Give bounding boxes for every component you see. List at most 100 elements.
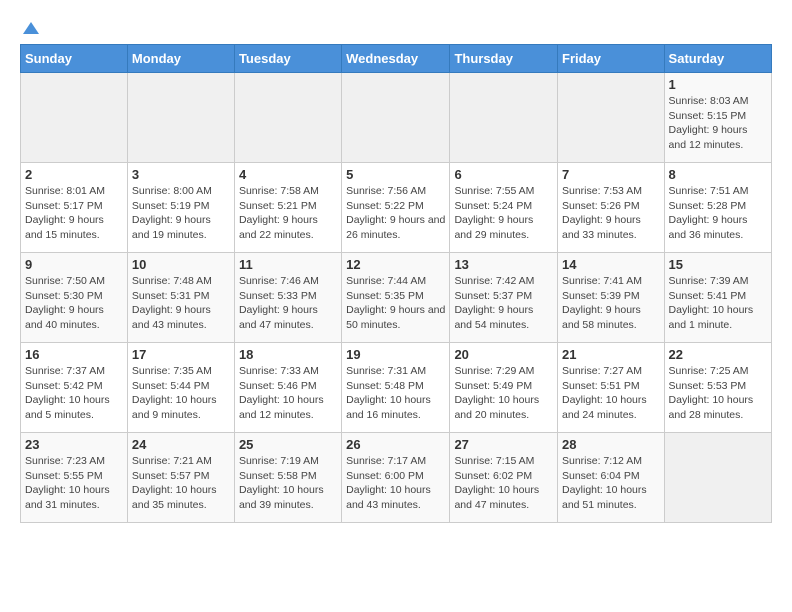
calendar-cell: 22 Sunrise: 7:25 AM Sunset: 5:53 PM Dayli… (664, 343, 771, 433)
day-info: Sunrise: 7:46 AM Sunset: 5:33 PM Dayligh… (239, 274, 337, 333)
header-sunday: Sunday (21, 45, 128, 73)
logo (20, 20, 42, 34)
day-info: Sunrise: 7:53 AM Sunset: 5:26 PM Dayligh… (562, 184, 660, 243)
day-info: Sunrise: 7:37 AM Sunset: 5:42 PM Dayligh… (25, 364, 123, 423)
header-wednesday: Wednesday (342, 45, 450, 73)
day-number: 9 (25, 257, 123, 272)
day-info: Sunrise: 7:17 AM Sunset: 6:00 PM Dayligh… (346, 454, 445, 513)
day-info: Sunrise: 7:48 AM Sunset: 5:31 PM Dayligh… (132, 274, 230, 333)
calendar-week-3: 9 Sunrise: 7:50 AM Sunset: 5:30 PM Daylig… (21, 253, 772, 343)
calendar-week-1: 1 Sunrise: 8:03 AM Sunset: 5:15 PM Daylig… (21, 73, 772, 163)
calendar-cell: 9 Sunrise: 7:50 AM Sunset: 5:30 PM Daylig… (21, 253, 128, 343)
day-info: Sunrise: 7:44 AM Sunset: 5:35 PM Dayligh… (346, 274, 445, 333)
day-number: 19 (346, 347, 445, 362)
day-info: Sunrise: 8:01 AM Sunset: 5:17 PM Dayligh… (25, 184, 123, 243)
day-number: 15 (669, 257, 767, 272)
calendar-cell (450, 73, 558, 163)
day-number: 17 (132, 347, 230, 362)
header-monday: Monday (127, 45, 234, 73)
page-header (20, 20, 772, 34)
day-number: 11 (239, 257, 337, 272)
day-info: Sunrise: 7:25 AM Sunset: 5:53 PM Dayligh… (669, 364, 767, 423)
day-number: 26 (346, 437, 445, 452)
day-info: Sunrise: 7:39 AM Sunset: 5:41 PM Dayligh… (669, 274, 767, 333)
header-tuesday: Tuesday (234, 45, 341, 73)
day-info: Sunrise: 7:42 AM Sunset: 5:37 PM Dayligh… (454, 274, 553, 333)
calendar-cell: 2 Sunrise: 8:01 AM Sunset: 5:17 PM Daylig… (21, 163, 128, 253)
calendar-cell: 26 Sunrise: 7:17 AM Sunset: 6:00 PM Dayli… (342, 433, 450, 523)
day-number: 8 (669, 167, 767, 182)
calendar-cell (664, 433, 771, 523)
calendar-cell: 1 Sunrise: 8:03 AM Sunset: 5:15 PM Daylig… (664, 73, 771, 163)
day-number: 3 (132, 167, 230, 182)
day-number: 4 (239, 167, 337, 182)
header-friday: Friday (558, 45, 665, 73)
day-number: 25 (239, 437, 337, 452)
day-info: Sunrise: 7:55 AM Sunset: 5:24 PM Dayligh… (454, 184, 553, 243)
day-number: 2 (25, 167, 123, 182)
calendar-cell: 27 Sunrise: 7:15 AM Sunset: 6:02 PM Dayli… (450, 433, 558, 523)
calendar-cell: 13 Sunrise: 7:42 AM Sunset: 5:37 PM Dayli… (450, 253, 558, 343)
calendar-table: SundayMondayTuesdayWednesdayThursdayFrid… (20, 44, 772, 523)
calendar-week-2: 2 Sunrise: 8:01 AM Sunset: 5:17 PM Daylig… (21, 163, 772, 253)
calendar-cell: 14 Sunrise: 7:41 AM Sunset: 5:39 PM Dayli… (558, 253, 665, 343)
day-number: 18 (239, 347, 337, 362)
day-info: Sunrise: 7:23 AM Sunset: 5:55 PM Dayligh… (25, 454, 123, 513)
logo-icon (21, 20, 41, 40)
calendar-week-4: 16 Sunrise: 7:37 AM Sunset: 5:42 PM Dayli… (21, 343, 772, 433)
calendar-cell (342, 73, 450, 163)
day-info: Sunrise: 7:19 AM Sunset: 5:58 PM Dayligh… (239, 454, 337, 513)
day-number: 16 (25, 347, 123, 362)
day-info: Sunrise: 8:00 AM Sunset: 5:19 PM Dayligh… (132, 184, 230, 243)
day-info: Sunrise: 7:33 AM Sunset: 5:46 PM Dayligh… (239, 364, 337, 423)
calendar-cell: 3 Sunrise: 8:00 AM Sunset: 5:19 PM Daylig… (127, 163, 234, 253)
calendar-cell: 20 Sunrise: 7:29 AM Sunset: 5:49 PM Dayli… (450, 343, 558, 433)
day-info: Sunrise: 7:21 AM Sunset: 5:57 PM Dayligh… (132, 454, 230, 513)
day-info: Sunrise: 7:50 AM Sunset: 5:30 PM Dayligh… (25, 274, 123, 333)
day-info: Sunrise: 7:27 AM Sunset: 5:51 PM Dayligh… (562, 364, 660, 423)
calendar-cell: 8 Sunrise: 7:51 AM Sunset: 5:28 PM Daylig… (664, 163, 771, 253)
day-number: 23 (25, 437, 123, 452)
calendar-cell (127, 73, 234, 163)
calendar-cell: 6 Sunrise: 7:55 AM Sunset: 5:24 PM Daylig… (450, 163, 558, 253)
calendar-cell: 24 Sunrise: 7:21 AM Sunset: 5:57 PM Dayli… (127, 433, 234, 523)
day-number: 22 (669, 347, 767, 362)
day-info: Sunrise: 7:12 AM Sunset: 6:04 PM Dayligh… (562, 454, 660, 513)
day-info: Sunrise: 7:51 AM Sunset: 5:28 PM Dayligh… (669, 184, 767, 243)
day-info: Sunrise: 7:31 AM Sunset: 5:48 PM Dayligh… (346, 364, 445, 423)
calendar-cell: 12 Sunrise: 7:44 AM Sunset: 5:35 PM Dayli… (342, 253, 450, 343)
day-info: Sunrise: 7:41 AM Sunset: 5:39 PM Dayligh… (562, 274, 660, 333)
header-saturday: Saturday (664, 45, 771, 73)
day-number: 10 (132, 257, 230, 272)
day-number: 21 (562, 347, 660, 362)
day-number: 5 (346, 167, 445, 182)
day-info: Sunrise: 7:29 AM Sunset: 5:49 PM Dayligh… (454, 364, 553, 423)
calendar-cell: 28Sunrise: 7:12 AM Sunset: 6:04 PM Dayli… (558, 433, 665, 523)
header-thursday: Thursday (450, 45, 558, 73)
calendar-cell: 23 Sunrise: 7:23 AM Sunset: 5:55 PM Dayli… (21, 433, 128, 523)
calendar-cell: 10 Sunrise: 7:48 AM Sunset: 5:31 PM Dayli… (127, 253, 234, 343)
calendar-cell: 15 Sunrise: 7:39 AM Sunset: 5:41 PM Dayli… (664, 253, 771, 343)
day-number: 12 (346, 257, 445, 272)
day-info: Sunrise: 7:15 AM Sunset: 6:02 PM Dayligh… (454, 454, 553, 513)
day-info: Sunrise: 7:56 AM Sunset: 5:22 PM Dayligh… (346, 184, 445, 243)
calendar-cell: 16 Sunrise: 7:37 AM Sunset: 5:42 PM Dayli… (21, 343, 128, 433)
day-number: 13 (454, 257, 553, 272)
calendar-cell: 5 Sunrise: 7:56 AM Sunset: 5:22 PM Daylig… (342, 163, 450, 253)
day-number: 14 (562, 257, 660, 272)
calendar-cell: 25 Sunrise: 7:19 AM Sunset: 5:58 PM Dayli… (234, 433, 341, 523)
calendar-cell: 4Sunrise: 7:58 AM Sunset: 5:21 PM Daylig… (234, 163, 341, 253)
day-number: 1 (669, 77, 767, 92)
calendar-cell: 17 Sunrise: 7:35 AM Sunset: 5:44 PM Dayli… (127, 343, 234, 433)
calendar-cell: 7Sunrise: 7:53 AM Sunset: 5:26 PM Daylig… (558, 163, 665, 253)
calendar-cell (234, 73, 341, 163)
calendar-cell: 19 Sunrise: 7:31 AM Sunset: 5:48 PM Dayli… (342, 343, 450, 433)
day-number: 27 (454, 437, 553, 452)
calendar-week-5: 23 Sunrise: 7:23 AM Sunset: 5:55 PM Dayli… (21, 433, 772, 523)
day-number: 6 (454, 167, 553, 182)
calendar-header: SundayMondayTuesdayWednesdayThursdayFrid… (21, 45, 772, 73)
day-number: 20 (454, 347, 553, 362)
day-number: 24 (132, 437, 230, 452)
day-info: Sunrise: 8:03 AM Sunset: 5:15 PM Dayligh… (669, 94, 767, 153)
day-info: Sunrise: 7:35 AM Sunset: 5:44 PM Dayligh… (132, 364, 230, 423)
